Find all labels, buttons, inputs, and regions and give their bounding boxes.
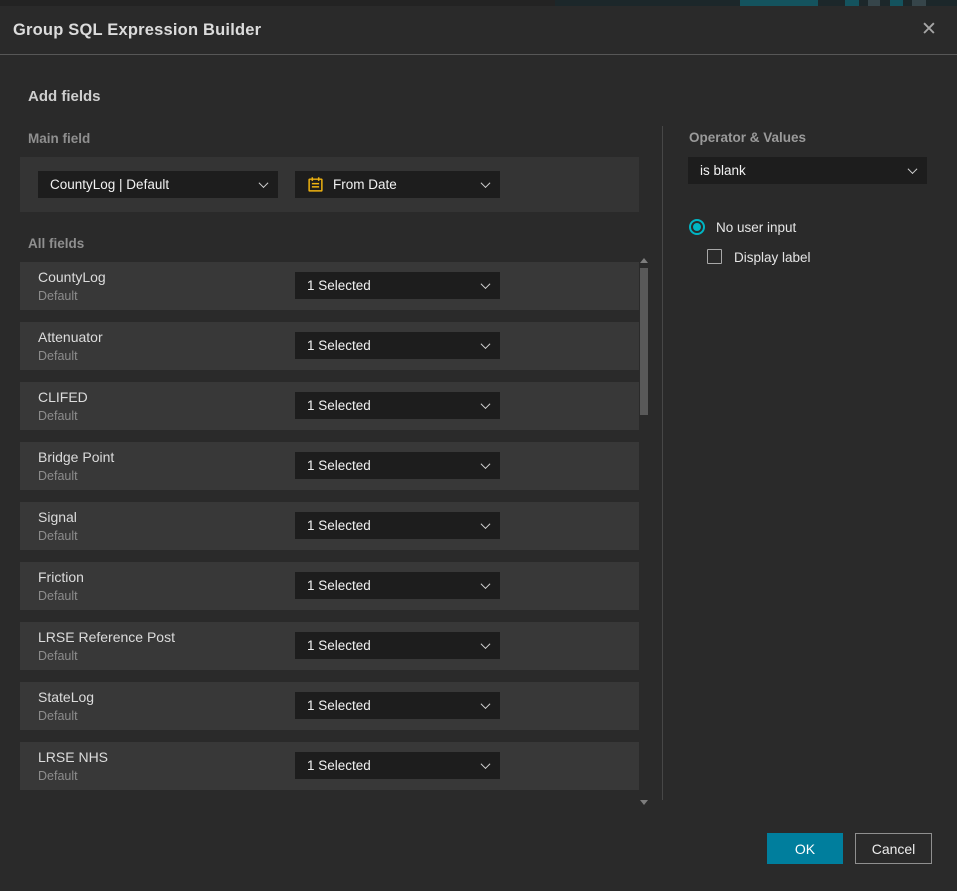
field-subtitle: Default bbox=[38, 409, 78, 423]
field-subtitle: Default bbox=[38, 769, 78, 783]
field-name: Attenuator bbox=[38, 329, 103, 345]
field-selection-value: 1 Selected bbox=[307, 338, 474, 353]
chevron-down-icon bbox=[259, 178, 269, 188]
field-name: Friction bbox=[38, 569, 84, 585]
main-field-label: Main field bbox=[28, 131, 90, 146]
all-fields-label: All fields bbox=[28, 236, 84, 251]
field-selection-dropdown[interactable]: 1 Selected bbox=[295, 752, 500, 779]
operator-values-heading: Operator & Values bbox=[689, 130, 806, 145]
operator-value: is blank bbox=[700, 163, 901, 178]
field-row-bridge-point: Bridge Point Default 1 Selected bbox=[20, 442, 639, 490]
field-row-clifed: CLIFED Default 1 Selected bbox=[20, 382, 639, 430]
calendar-icon bbox=[307, 176, 324, 193]
field-name: CountyLog bbox=[38, 269, 106, 285]
field-row-signal: Signal Default 1 Selected bbox=[20, 502, 639, 550]
field-name: LRSE NHS bbox=[38, 749, 108, 765]
chevron-down-icon bbox=[481, 759, 491, 769]
main-field-field-dropdown[interactable]: From Date bbox=[295, 171, 500, 198]
field-selection-value: 1 Selected bbox=[307, 698, 474, 713]
panel-divider bbox=[662, 126, 663, 800]
operator-dropdown[interactable]: is blank bbox=[688, 157, 927, 184]
field-row-attenuator: Attenuator Default 1 Selected bbox=[20, 322, 639, 370]
no-user-input-radio[interactable] bbox=[689, 219, 705, 235]
main-field-source-dropdown[interactable]: CountyLog | Default bbox=[38, 171, 278, 198]
chevron-down-icon bbox=[481, 459, 491, 469]
chevron-down-icon bbox=[481, 519, 491, 529]
field-row-statelog: StateLog Default 1 Selected bbox=[20, 682, 639, 730]
field-selection-value: 1 Selected bbox=[307, 398, 474, 413]
no-user-input-label: No user input bbox=[716, 220, 796, 235]
main-field-field-value: From Date bbox=[333, 177, 474, 192]
field-name: Signal bbox=[38, 509, 77, 525]
field-name: Bridge Point bbox=[38, 449, 114, 465]
add-fields-heading: Add fields bbox=[28, 88, 101, 105]
field-selection-value: 1 Selected bbox=[307, 278, 474, 293]
field-subtitle: Default bbox=[38, 349, 78, 363]
main-field-panel: CountyLog | Default From Date bbox=[20, 157, 639, 212]
field-selection-value: 1 Selected bbox=[307, 518, 474, 533]
field-selection-dropdown[interactable]: 1 Selected bbox=[295, 332, 500, 359]
field-subtitle: Default bbox=[38, 589, 78, 603]
scrollbar-up-arrow-icon[interactable] bbox=[640, 258, 648, 263]
chevron-down-icon bbox=[481, 178, 491, 188]
field-subtitle: Default bbox=[38, 469, 78, 483]
field-selection-value: 1 Selected bbox=[307, 758, 474, 773]
main-field-source-value: CountyLog | Default bbox=[50, 177, 252, 192]
field-selection-value: 1 Selected bbox=[307, 578, 474, 593]
chevron-down-icon bbox=[481, 639, 491, 649]
dialog-header: Group SQL Expression Builder ✕ bbox=[0, 6, 957, 55]
field-row-lrse-reference-post: LRSE Reference Post Default 1 Selected bbox=[20, 622, 639, 670]
field-subtitle: Default bbox=[38, 529, 78, 543]
field-selection-dropdown[interactable]: 1 Selected bbox=[295, 452, 500, 479]
field-name: LRSE Reference Post bbox=[38, 629, 175, 645]
field-subtitle: Default bbox=[38, 649, 78, 663]
field-selection-dropdown[interactable]: 1 Selected bbox=[295, 392, 500, 419]
scrollbar-thumb[interactable] bbox=[640, 268, 648, 415]
chevron-down-icon bbox=[481, 399, 491, 409]
field-selection-value: 1 Selected bbox=[307, 638, 474, 653]
ok-button[interactable]: OK bbox=[767, 833, 843, 864]
chevron-down-icon bbox=[481, 579, 491, 589]
field-selection-dropdown[interactable]: 1 Selected bbox=[295, 272, 500, 299]
group-sql-expression-builder-dialog: Group SQL Expression Builder ✕ Add field… bbox=[0, 0, 957, 891]
field-subtitle: Default bbox=[38, 289, 78, 303]
field-selection-dropdown[interactable]: 1 Selected bbox=[295, 572, 500, 599]
field-name: StateLog bbox=[38, 689, 94, 705]
field-row-friction: Friction Default 1 Selected bbox=[20, 562, 639, 610]
field-row-lrse-nhs: LRSE NHS Default 1 Selected bbox=[20, 742, 639, 790]
scrollbar-down-arrow-icon[interactable] bbox=[640, 800, 648, 805]
field-subtitle: Default bbox=[38, 709, 78, 723]
chevron-down-icon bbox=[481, 699, 491, 709]
chevron-down-icon bbox=[908, 164, 918, 174]
dialog-title: Group SQL Expression Builder bbox=[13, 6, 261, 55]
field-selection-dropdown[interactable]: 1 Selected bbox=[295, 692, 500, 719]
display-label-checkbox[interactable] bbox=[707, 249, 722, 264]
field-selection-value: 1 Selected bbox=[307, 458, 474, 473]
field-selection-dropdown[interactable]: 1 Selected bbox=[295, 632, 500, 659]
chevron-down-icon bbox=[481, 279, 491, 289]
display-label-label: Display label bbox=[734, 250, 811, 265]
close-icon[interactable]: ✕ bbox=[915, 6, 943, 55]
scrollbar[interactable] bbox=[639, 257, 649, 806]
field-name: CLIFED bbox=[38, 389, 88, 405]
field-row-countylog: CountyLog Default 1 Selected bbox=[20, 262, 639, 310]
chevron-down-icon bbox=[481, 339, 491, 349]
field-selection-dropdown[interactable]: 1 Selected bbox=[295, 512, 500, 539]
cancel-button[interactable]: Cancel bbox=[855, 833, 932, 864]
